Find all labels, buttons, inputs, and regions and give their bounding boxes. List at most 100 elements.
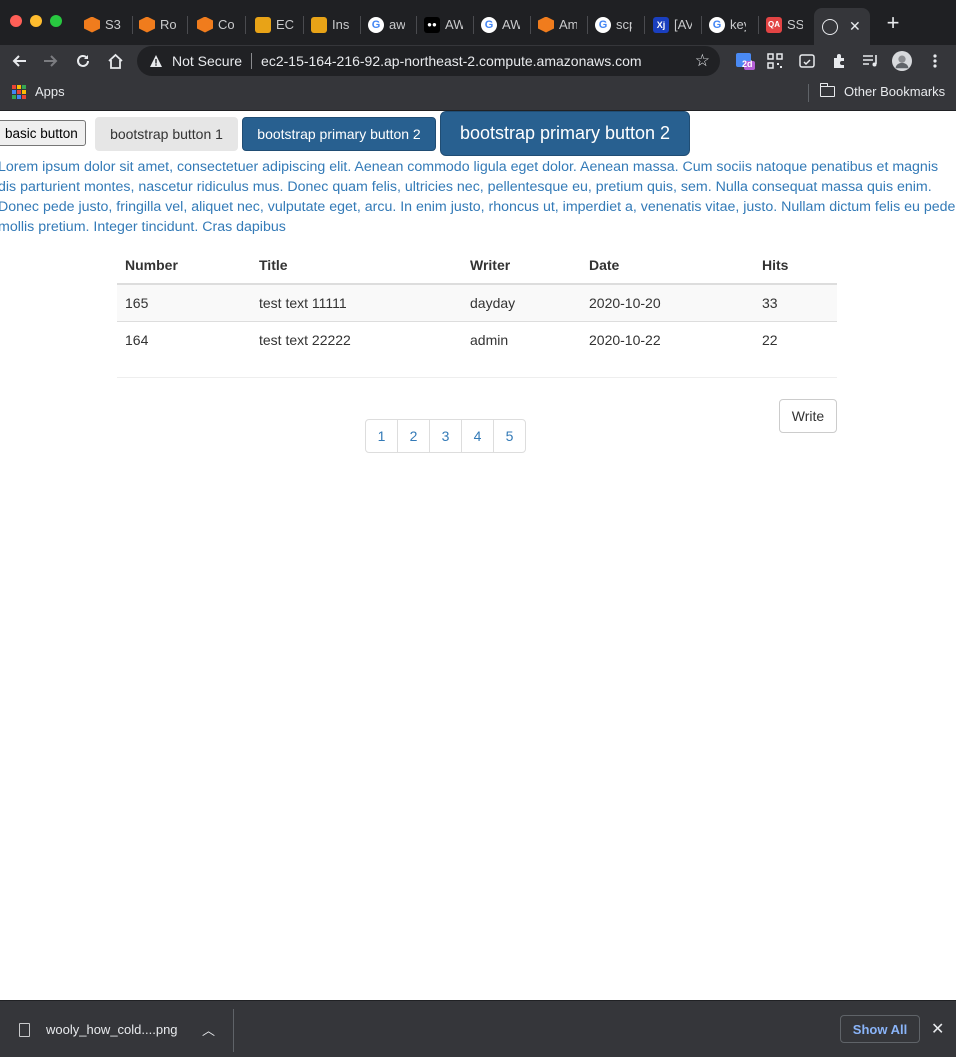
pagination: 1 2 3 4 5 [365, 419, 526, 453]
google-icon: G [368, 16, 384, 33]
qa-icon: QA [766, 16, 782, 33]
table-header-row: Number Title Writer Date Hits [117, 247, 837, 285]
column-header-number: Number [117, 247, 251, 285]
browser-tab[interactable]: S3 [76, 8, 132, 41]
aws-orange-cube-icon [538, 16, 554, 33]
basic-button[interactable]: basic button [0, 120, 86, 146]
browser-tab[interactable]: EC [247, 8, 303, 41]
page-link-4[interactable]: 4 [461, 419, 494, 453]
cell-title[interactable]: test text 11111 [251, 283, 462, 321]
profile-avatar[interactable] [892, 51, 912, 71]
aws-orange-cube-icon [139, 16, 155, 33]
write-button[interactable]: Write [779, 399, 837, 433]
browser-toolbar: Not Secure ec2-15-164-216-92.ap-northeas… [0, 45, 956, 77]
page-link-5[interactable]: 5 [493, 419, 526, 453]
medium-icon: ●● [424, 16, 440, 33]
tab-label: Ro [160, 17, 176, 32]
browser-tab-strip: S3 Ro Co EC Ins G aw ●● AW G AW Am G scp [0, 0, 956, 45]
cell-hits: 33 [754, 283, 837, 321]
apps-grid-icon[interactable] [12, 85, 26, 99]
calendar-extension-icon[interactable]: 2d [735, 51, 755, 71]
url-text[interactable]: ec2-15-164-216-92.ap-northeast-2.compute… [261, 53, 642, 69]
google-icon: G [709, 16, 725, 33]
browser-tab[interactable]: G AW [473, 8, 529, 41]
tab-label: Ins [332, 17, 350, 32]
address-bar[interactable]: Not Secure ec2-15-164-216-92.ap-northeas… [137, 46, 720, 76]
cell-date: 2020-10-22 [581, 320, 754, 358]
show-all-button[interactable]: Show All [840, 1015, 920, 1043]
browser-tab-active[interactable]: ✕ [814, 8, 870, 45]
browser-tab[interactable]: Co [189, 8, 245, 41]
browser-menu-icon[interactable] [925, 51, 945, 71]
table-row[interactable]: 165 test text 11111 dayday 2020-10-20 33 [117, 283, 837, 321]
browser-tab[interactable]: G key [701, 8, 757, 41]
google-icon: G [595, 16, 611, 33]
browser-tab[interactable]: QA SS [758, 8, 814, 41]
browser-tab[interactable]: G aw [360, 8, 416, 41]
cell-writer: dayday [462, 283, 581, 321]
page-link-1[interactable]: 1 [365, 419, 398, 453]
browser-tab[interactable]: Ins [303, 8, 359, 41]
folder-icon [819, 83, 835, 97]
new-tab-button[interactable]: + [883, 12, 903, 36]
tab-close-icon[interactable]: ✕ [849, 18, 861, 35]
table-row[interactable]: 164 test text 22222 admin 2020-10-22 22 [117, 320, 837, 358]
download-shelf: wooly_how_cold....png ︿ Show All ✕ [0, 1000, 956, 1057]
extension-badge: 2d [742, 59, 753, 69]
page-link-2[interactable]: 2 [397, 419, 430, 453]
lorem-paragraph: Lorem ipsum dolor sit amet, consectetuer… [0, 159, 956, 235]
download-file-name[interactable]: wooly_how_cold....png [46, 1022, 178, 1037]
browser-tab[interactable]: Ro [131, 8, 187, 41]
extensions-puzzle-icon[interactable] [829, 51, 849, 71]
tab-label: S3 [105, 17, 121, 32]
google-icon: G [481, 16, 497, 33]
file-icon [19, 1023, 30, 1037]
tab-label: AW [445, 17, 463, 32]
reload-button[interactable] [71, 49, 95, 73]
aws-orange-cube-icon [197, 16, 213, 33]
tab-label: scp [616, 17, 632, 32]
board-table-container: Number Title Writer Date Hits 165 test t… [117, 247, 837, 358]
cell-title[interactable]: test text 22222 [251, 320, 462, 358]
column-header-writer: Writer [462, 247, 581, 285]
save-extension-icon[interactable] [797, 51, 817, 71]
back-button[interactable] [7, 49, 31, 73]
cell-writer: admin [462, 320, 581, 358]
minimize-window-button[interactable] [30, 15, 42, 27]
column-header-hits: Hits [754, 247, 837, 285]
bootstrap-button-1[interactable]: bootstrap button 1 [95, 117, 238, 151]
browser-tab[interactable]: Xj [AV [645, 8, 701, 41]
browser-tab[interactable]: G scp [587, 8, 643, 41]
board-table: Number Title Writer Date Hits 165 test t… [117, 247, 837, 358]
aws-gold-box-icon [255, 16, 271, 33]
maximize-window-button[interactable] [50, 15, 62, 27]
tab-label: aw [389, 17, 405, 32]
browser-tab[interactable]: Am [530, 8, 586, 41]
qr-code-icon[interactable] [765, 51, 785, 71]
media-control-icon[interactable] [861, 51, 881, 71]
warning-icon [150, 55, 162, 67]
tab-label: Co [218, 17, 234, 32]
close-icon[interactable]: ✕ [931, 1019, 944, 1039]
bookmark-star-icon[interactable]: ☆ [695, 51, 710, 71]
home-button[interactable] [103, 49, 127, 73]
tab-label: [AV [674, 17, 692, 32]
page-link-3[interactable]: 3 [429, 419, 462, 453]
bootstrap-primary-large-button[interactable]: bootstrap primary button 2 [440, 111, 690, 156]
cell-number: 165 [117, 283, 251, 321]
cell-hits: 22 [754, 320, 837, 358]
blue-site-icon: Xj [653, 16, 669, 33]
other-bookmarks[interactable]: Other Bookmarks [844, 84, 945, 99]
apps-bookmark[interactable]: Apps [35, 84, 65, 99]
browser-tab[interactable]: ●● AW [416, 8, 472, 41]
cell-date: 2020-10-20 [581, 283, 754, 321]
chevron-up-icon[interactable]: ︿ [202, 1020, 215, 1039]
cell-number: 164 [117, 320, 251, 358]
close-window-button[interactable] [10, 15, 22, 27]
tab-label: Am [559, 17, 577, 32]
security-status[interactable]: Not Secure [172, 53, 242, 69]
forward-button[interactable] [39, 49, 63, 73]
tab-label: AW [502, 17, 520, 32]
bootstrap-primary-button[interactable]: bootstrap primary button 2 [242, 117, 436, 151]
page-content: basic button bootstrap button 1 bootstra… [0, 111, 956, 1000]
